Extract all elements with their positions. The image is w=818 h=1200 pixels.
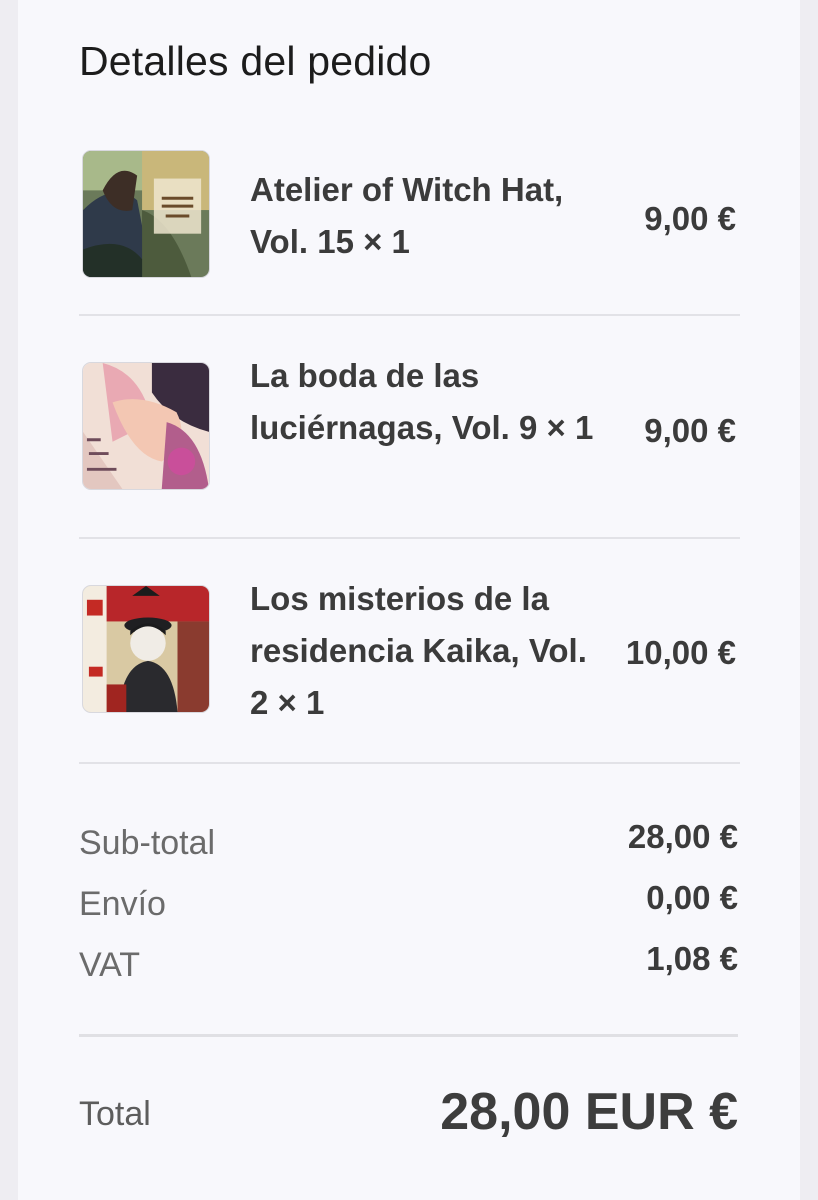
book-cover-icon — [83, 363, 209, 489]
item-name: La boda de las luciérnagas, Vol. 9 × 1 — [250, 357, 594, 446]
order-details-card: Detalles del pedido Atelier of Witch Hat… — [18, 0, 800, 1200]
item-price: 9,00 € — [644, 200, 736, 237]
item-divider — [79, 762, 740, 764]
book-cover-image — [82, 362, 210, 490]
vat-label: VAT — [79, 946, 141, 984]
subtotal-value: 28,00 € — [627, 818, 738, 855]
shipping-value: 0,00 € — [646, 879, 738, 916]
item-name: Los misterios de la residencia Kaika, Vo… — [250, 580, 587, 721]
book-cover-icon — [83, 151, 209, 277]
total-label: Total — [79, 1095, 151, 1133]
total-divider — [79, 1034, 738, 1037]
shipping-label: Envío — [79, 885, 166, 923]
book-cover-image — [82, 585, 210, 713]
item-divider — [79, 537, 740, 539]
item-price: 9,00 € — [644, 412, 736, 449]
shipping-row: Envío 0,00 € — [79, 879, 738, 929]
subtotal-label: Sub-total — [79, 824, 216, 862]
item-divider — [79, 314, 740, 316]
vat-row: VAT 1,08 € — [79, 940, 738, 990]
subtotal-row: Sub-total 28,00 € — [79, 818, 738, 868]
item-name: Atelier of Witch Hat, Vol. 15 × 1 — [250, 171, 564, 260]
item-price: 10,00 € — [625, 634, 736, 671]
book-cover-image — [82, 150, 210, 278]
book-cover-icon — [83, 586, 209, 712]
total-value: 28,00 EUR € — [440, 1083, 738, 1141]
vat-value: 1,08 € — [646, 940, 738, 977]
order-details-title: Detalles del pedido — [79, 38, 432, 84]
